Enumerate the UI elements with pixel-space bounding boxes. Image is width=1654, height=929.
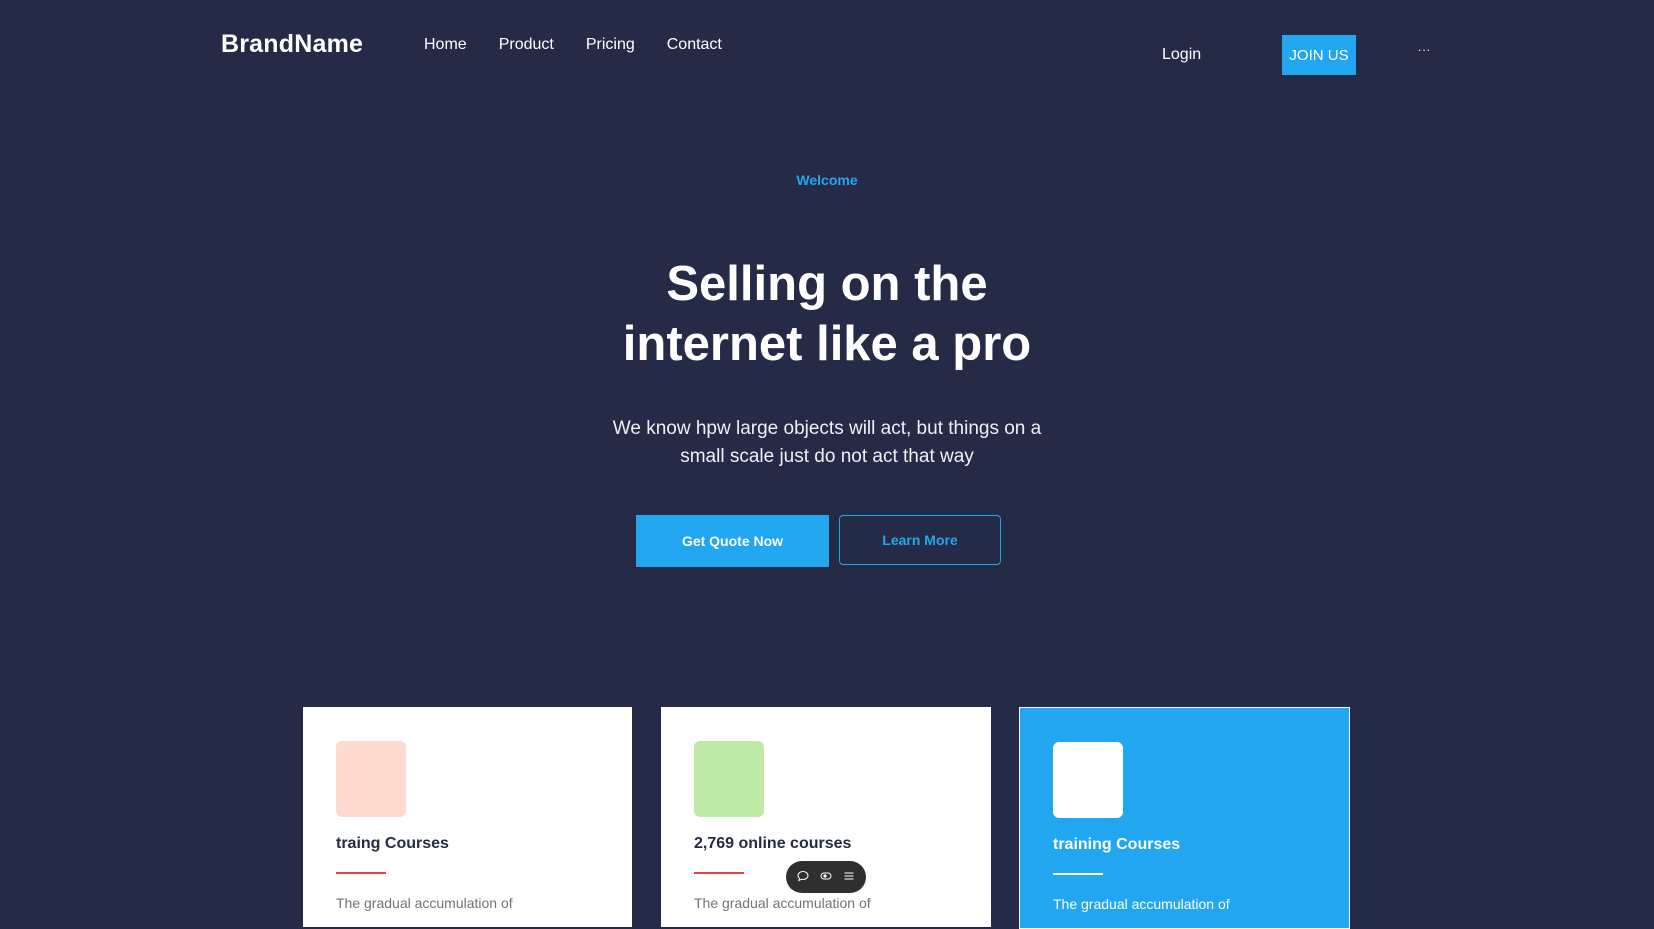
learn-more-button[interactable]: Learn More xyxy=(839,515,1001,565)
hero-title: Selling on the internet like a pro xyxy=(0,254,1654,374)
login-link[interactable]: Login xyxy=(1162,46,1201,64)
feature-card-highlighted: training Courses The gradual accumulatio… xyxy=(1019,707,1350,929)
card-title: traing Courses xyxy=(336,835,449,852)
card-title: training Courses xyxy=(1053,836,1181,853)
nav-home[interactable]: Home xyxy=(424,36,467,54)
card-divider xyxy=(1053,873,1103,875)
get-quote-button[interactable]: Get Quote Now xyxy=(636,515,829,567)
hero-subtitle-line2: small scale just do not act that way xyxy=(680,446,974,467)
floating-toolbar xyxy=(786,861,866,893)
card-divider xyxy=(694,872,744,874)
nav-pricing[interactable]: Pricing xyxy=(586,36,635,54)
card-description: The gradual accumulation of xyxy=(1053,896,1230,912)
main-nav: Home Product Pricing Contact xyxy=(424,36,722,54)
feature-card: traing Courses The gradual accumulation … xyxy=(303,707,632,927)
hero-title-line2: internet like a pro xyxy=(622,317,1032,371)
hero-eyebrow: Welcome xyxy=(796,172,858,188)
card-divider xyxy=(336,872,386,874)
card-description: The gradual accumulation of xyxy=(336,895,513,911)
card-title: 2,769 online courses xyxy=(694,835,852,852)
more-options-icon[interactable]: ... xyxy=(1418,40,1431,54)
nav-product[interactable]: Product xyxy=(499,36,554,54)
brand-logo[interactable]: BrandName xyxy=(221,30,363,59)
card-icon-box xyxy=(1053,742,1123,818)
hero-title-line1: Selling on the xyxy=(666,257,988,311)
feature-card: 2,769 online courses The gradual accumul… xyxy=(661,707,991,927)
card-icon-box xyxy=(694,741,764,817)
comment-icon[interactable] xyxy=(797,870,809,885)
menu-icon[interactable] xyxy=(843,870,855,885)
card-description: The gradual accumulation of xyxy=(694,895,871,911)
hero-subtitle: We know hpw large objects will act, but … xyxy=(0,415,1654,471)
nav-contact[interactable]: Contact xyxy=(667,36,722,54)
join-us-button[interactable]: JOIN US xyxy=(1282,35,1356,75)
toggle-icon[interactable] xyxy=(820,870,832,885)
card-icon-box xyxy=(336,741,406,817)
hero-subtitle-line1: We know hpw large objects will act, but … xyxy=(612,418,1042,439)
